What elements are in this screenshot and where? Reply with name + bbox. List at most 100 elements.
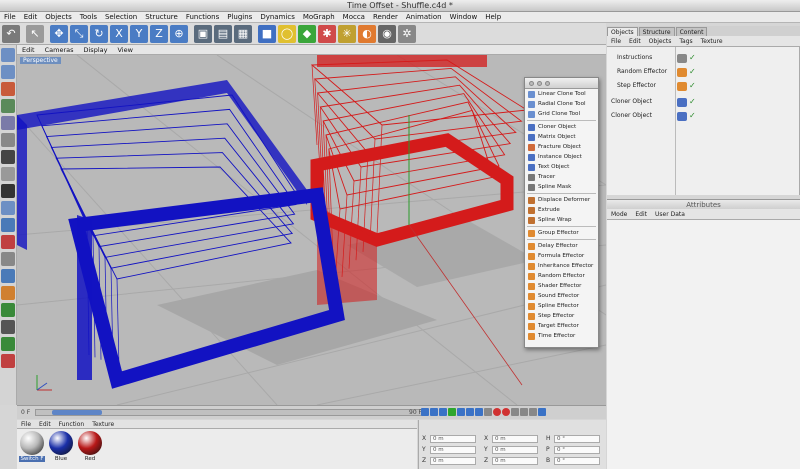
- menu-item-target-effector[interactable]: Target Effector: [525, 321, 598, 331]
- menu-item-shader-effector[interactable]: Shader Effector: [525, 281, 598, 291]
- zoom-dot-icon[interactable]: [545, 80, 550, 86]
- object-mode-icon[interactable]: [1, 65, 15, 79]
- workplane-icon[interactable]: [1, 286, 15, 300]
- object-row[interactable]: Random Effector ✓: [613, 66, 696, 78]
- menu-animation[interactable]: Animation: [402, 12, 446, 22]
- coord-value-input[interactable]: 0 m: [430, 434, 476, 443]
- close-dot-icon[interactable]: [529, 80, 534, 86]
- tab-structure[interactable]: Structure: [638, 27, 675, 36]
- texture-mode-icon[interactable]: [1, 82, 15, 96]
- z-axis-icon[interactable]: Z: [150, 24, 168, 43]
- deformer-icon[interactable]: ✳: [338, 24, 356, 43]
- paint-icon[interactable]: [1, 337, 15, 351]
- coord-value-input[interactable]: 0 m: [492, 445, 538, 454]
- object-menu-texture[interactable]: Texture: [697, 38, 727, 45]
- menu-item-time-effector[interactable]: Time Effector: [525, 331, 598, 341]
- coord-field[interactable]: H0 °: [546, 434, 600, 443]
- menu-functions[interactable]: Functions: [182, 12, 223, 22]
- menu-mograph[interactable]: MoGraph: [299, 12, 339, 22]
- menu-mocca[interactable]: Mocca: [339, 12, 369, 22]
- column-divider[interactable]: [675, 47, 676, 195]
- viewport-menu-cameras[interactable]: Cameras: [40, 46, 79, 54]
- material-swatch[interactable]: Blue: [48, 431, 74, 462]
- spline-icon[interactable]: ◯: [278, 24, 296, 43]
- enabled-check-icon[interactable]: ✓: [689, 96, 696, 108]
- menu-file[interactable]: File: [0, 12, 20, 22]
- menu-selection[interactable]: Selection: [101, 12, 141, 22]
- position-key-icon[interactable]: [520, 408, 528, 416]
- coord-field[interactable]: Z0 m: [484, 456, 538, 465]
- enabled-check-icon[interactable]: ✓: [689, 80, 696, 92]
- menu-structure[interactable]: Structure: [141, 12, 182, 22]
- menu-item-spline-effector[interactable]: Spline Effector: [525, 301, 598, 311]
- camera-icon[interactable]: ◉: [378, 24, 396, 43]
- menu-item-fracture-object[interactable]: Fracture Object: [525, 142, 598, 152]
- point-mode-icon[interactable]: [1, 116, 15, 130]
- menu-item-displace-deformer[interactable]: Displace Deformer: [525, 195, 598, 205]
- menu-item-grid-clone-tool[interactable]: Grid Clone Tool: [525, 109, 598, 119]
- menu-item-linear-clone-tool[interactable]: Linear Clone Tool: [525, 89, 598, 99]
- material-menu-edit[interactable]: Edit: [35, 421, 55, 428]
- object-row[interactable]: Instructions ✓: [613, 52, 696, 64]
- menu-item-tracer[interactable]: Tracer: [525, 172, 598, 182]
- magnet-icon[interactable]: [1, 235, 15, 249]
- coord-field[interactable]: Y 0 m: [484, 445, 538, 454]
- coord-value-input[interactable]: 0 °: [554, 445, 600, 454]
- coord-field[interactable]: X0 m: [484, 434, 538, 443]
- loop-icon[interactable]: [484, 408, 492, 416]
- enabled-check-icon[interactable]: ✓: [689, 52, 696, 64]
- menu-item-cloner-object[interactable]: Cloner Object: [525, 122, 598, 132]
- material-swatch[interactable]: Switch F: [19, 431, 45, 462]
- previous-key-icon[interactable]: [430, 408, 438, 416]
- attributes-menu-mode[interactable]: Mode: [607, 211, 631, 218]
- coord-field[interactable]: Y 0 m: [422, 445, 476, 454]
- menu-item-instance-object[interactable]: Instance Object: [525, 152, 598, 162]
- object-menu-edit[interactable]: Edit: [625, 38, 645, 45]
- coord-value-input[interactable]: 0 m: [492, 434, 538, 443]
- coord-value-input[interactable]: 0 m: [430, 445, 476, 454]
- menu-item-inheritance-effector[interactable]: Inheritance Effector: [525, 261, 598, 271]
- menu-item-extrude[interactable]: Extrude: [525, 205, 598, 215]
- light-icon[interactable]: ✲: [398, 24, 416, 43]
- object-row[interactable]: Cloner Object ✓: [607, 96, 696, 108]
- viewport-menu-view[interactable]: View: [112, 46, 137, 54]
- object-menu-file[interactable]: File: [607, 38, 625, 45]
- object-menu-tags[interactable]: Tags: [675, 38, 696, 45]
- coord-field[interactable]: Z0 m: [422, 456, 476, 465]
- material-menu-file[interactable]: File: [17, 421, 35, 428]
- menu-plugins[interactable]: Plugins: [223, 12, 256, 22]
- material-menu-texture[interactable]: Texture: [88, 421, 118, 428]
- brush-icon[interactable]: [1, 201, 15, 215]
- attributes-menu-edit[interactable]: Edit: [631, 211, 651, 218]
- rotate-icon[interactable]: ↻: [90, 24, 108, 43]
- menu-help[interactable]: Help: [481, 12, 505, 22]
- menu-window[interactable]: Window: [446, 12, 482, 22]
- previous-frame-icon[interactable]: [439, 408, 447, 416]
- viewport-menu-display[interactable]: Display: [79, 46, 113, 54]
- layout-icon[interactable]: [1, 320, 15, 334]
- attributes-menu-user-data[interactable]: User Data: [651, 211, 689, 218]
- menu-item-random-effector[interactable]: Random Effector: [525, 271, 598, 281]
- coord-field[interactable]: B0 °: [546, 456, 600, 465]
- knife-icon[interactable]: [1, 218, 15, 232]
- sculpt-icon[interactable]: [1, 303, 15, 317]
- menu-item-step-effector[interactable]: Step Effector: [525, 311, 598, 321]
- select-arrow-icon[interactable]: ↖: [26, 24, 44, 43]
- enabled-check-icon[interactable]: ✓: [689, 66, 696, 78]
- menu-item-group-effector[interactable]: Group Effector: [525, 228, 598, 238]
- parameter-key-icon[interactable]: [538, 408, 546, 416]
- scale-icon[interactable]: ⤡: [70, 24, 88, 43]
- autokey-icon[interactable]: [502, 408, 510, 416]
- timeline-scrubber[interactable]: [51, 410, 102, 415]
- checker-dark-icon[interactable]: [1, 184, 15, 198]
- render-settings-icon[interactable]: ▦: [234, 24, 252, 43]
- record-icon[interactable]: [493, 408, 501, 416]
- menu-item-radial-clone-tool[interactable]: Radial Clone Tool: [525, 99, 598, 109]
- object-menu-objects[interactable]: Objects: [645, 38, 676, 45]
- menu-item-formula-effector[interactable]: Formula Effector: [525, 251, 598, 261]
- coord-value-input[interactable]: 0 m: [492, 456, 538, 465]
- menu-item-spline-mask[interactable]: Spline Mask: [525, 182, 598, 192]
- perspective-viewport[interactable]: Perspective: [17, 55, 606, 405]
- coord-field[interactable]: X0 m: [422, 434, 476, 443]
- world-coordinates-icon[interactable]: ⊕: [170, 24, 188, 43]
